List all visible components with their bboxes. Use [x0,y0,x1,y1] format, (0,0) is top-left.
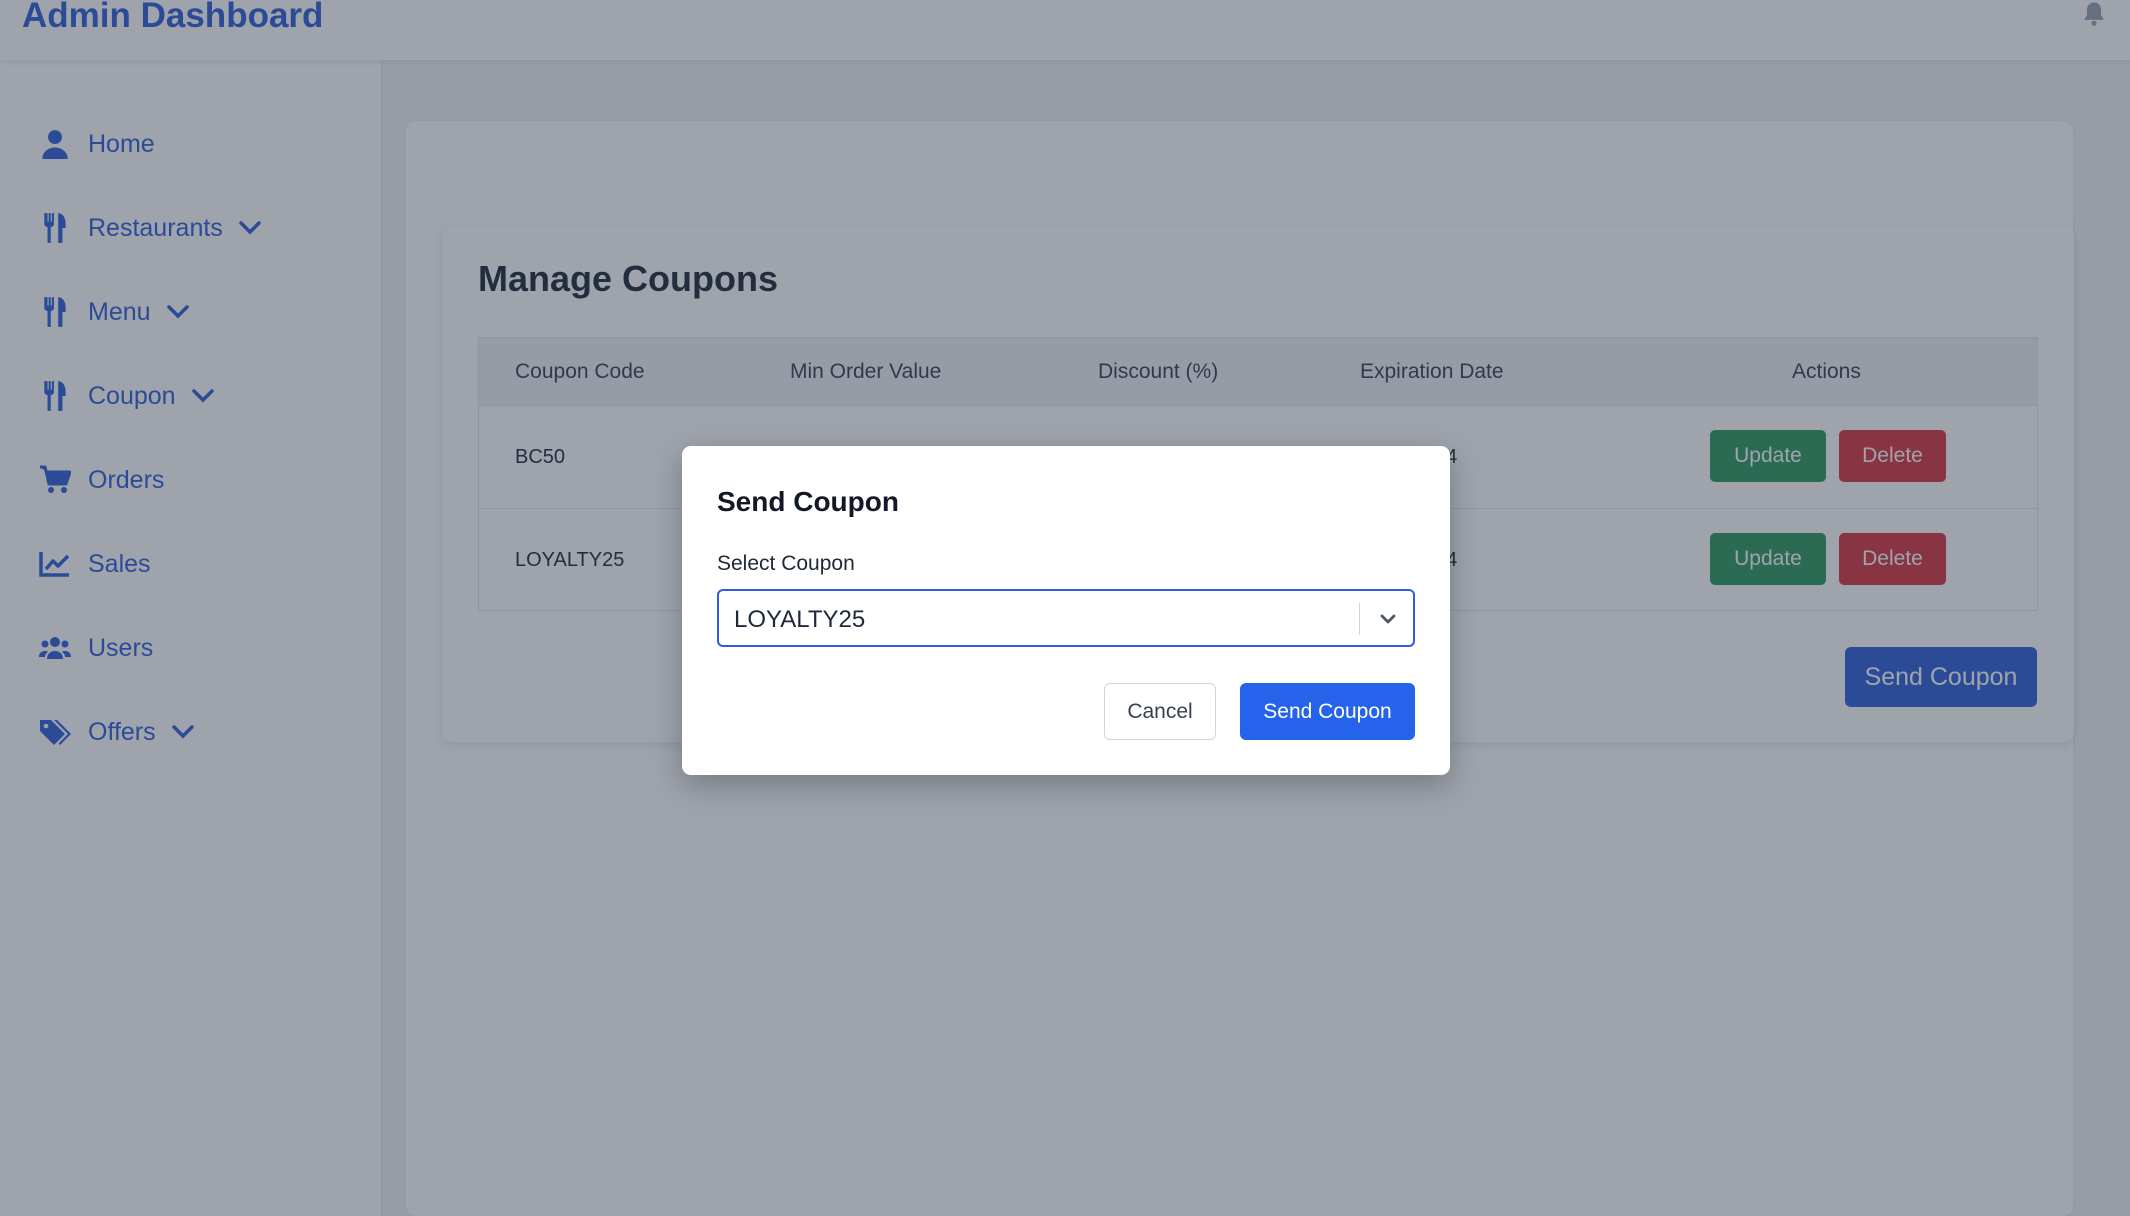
select-coupon-label: Select Coupon [717,552,855,575]
chevron-down-icon[interactable] [1374,605,1402,633]
selected-coupon-value: LOYALTY25 [734,606,866,633]
send-coupon-modal: Send Coupon Select Coupon LOYALTY25 Canc… [682,446,1450,775]
modal-send-coupon-button[interactable]: Send Coupon [1240,683,1415,740]
coupon-select[interactable]: LOYALTY25 [717,589,1415,647]
cancel-button[interactable]: Cancel [1104,683,1216,740]
select-separator [1359,603,1360,635]
modal-title: Send Coupon [717,486,899,517]
